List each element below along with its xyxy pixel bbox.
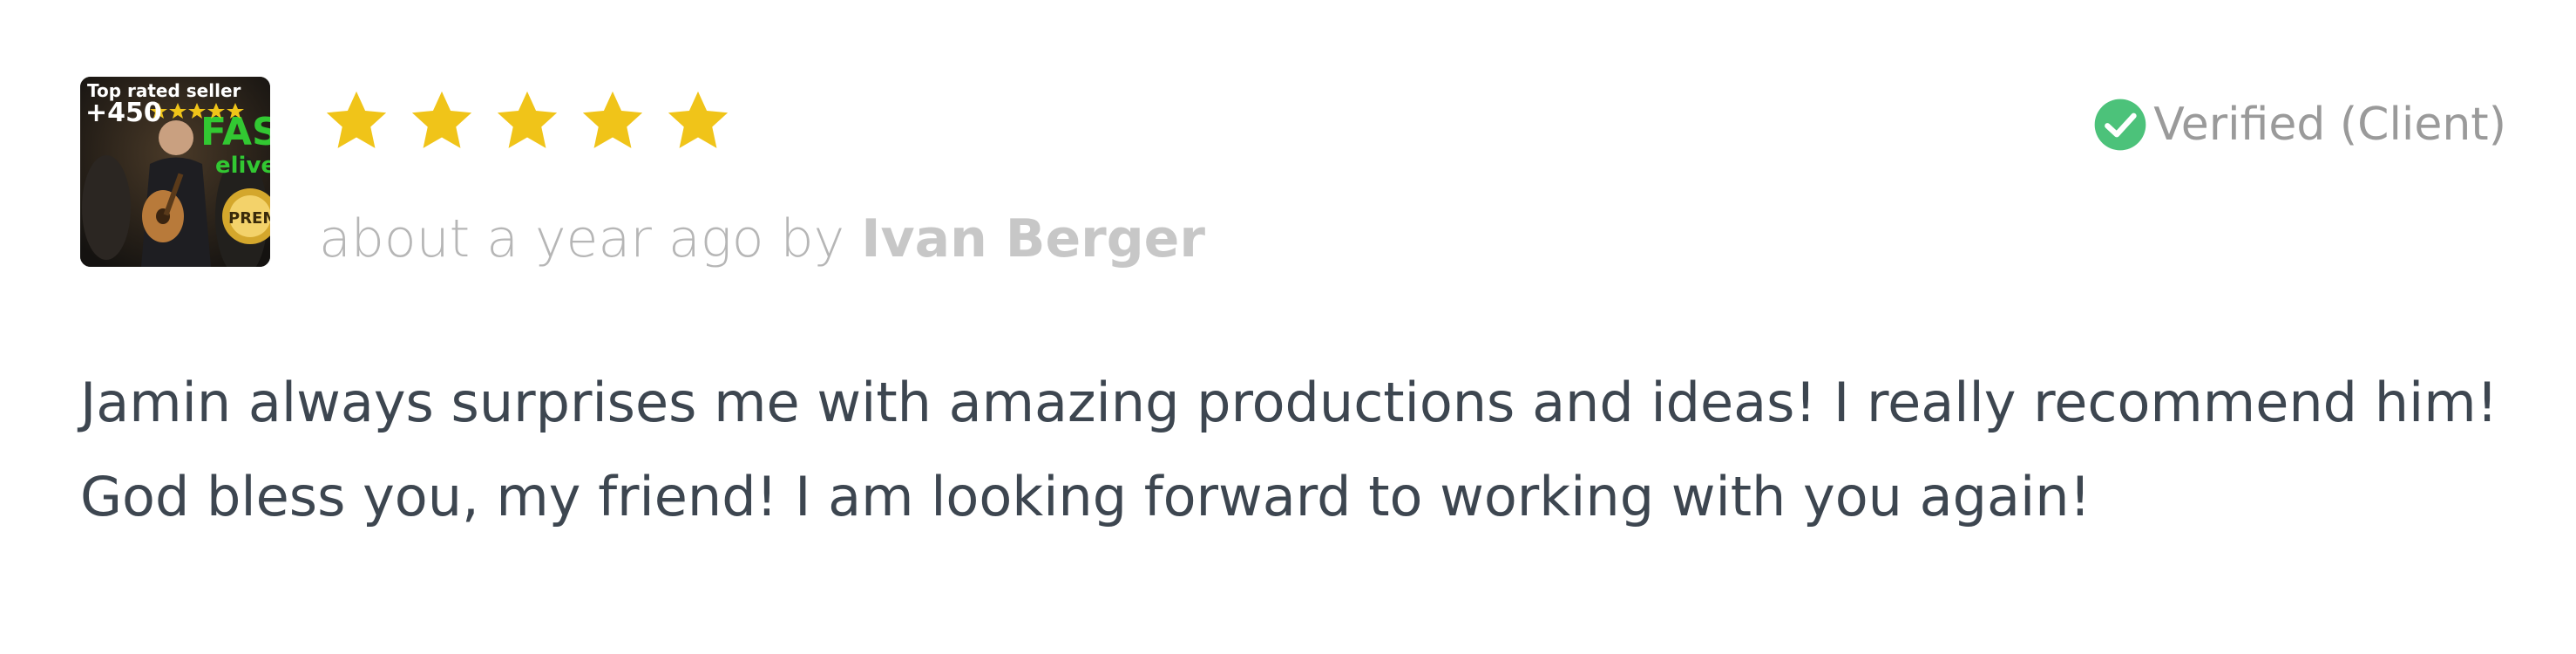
review-text: Jamin always surprises me with amazing p…	[80, 356, 2538, 544]
star-icon	[582, 91, 643, 148]
star-icon	[668, 91, 729, 148]
review-author[interactable]: Ivan Berger	[861, 208, 1205, 269]
check-circle-icon	[2094, 99, 2146, 151]
star-rating	[322, 87, 732, 157]
svg-text:PREM: PREM	[228, 209, 270, 228]
review-time: about a year ago by	[319, 208, 862, 269]
thumbnail-count-text: +450	[85, 98, 162, 128]
review-card: FAS elive PREM Top rated seller +450 abo…	[0, 0, 2576, 654]
star-icon	[497, 91, 558, 148]
review-line-1: Jamin always surprises me with amazing p…	[80, 371, 2498, 434]
review-meta: about a year ago by Ivan Berger	[319, 202, 1205, 276]
verified-label: Verified (Client)	[2153, 99, 2506, 151]
svg-text:FAS: FAS	[200, 110, 270, 154]
star-icon	[326, 91, 387, 148]
seller-thumbnail[interactable]: FAS elive PREM Top rated seller +450	[80, 77, 270, 267]
verified-badge: Verified (Client)	[2092, 94, 2506, 155]
review-line-2: God bless you, my friend! I am looking f…	[80, 465, 2091, 528]
svg-text:elive: elive	[215, 153, 270, 179]
star-icon	[411, 91, 472, 148]
